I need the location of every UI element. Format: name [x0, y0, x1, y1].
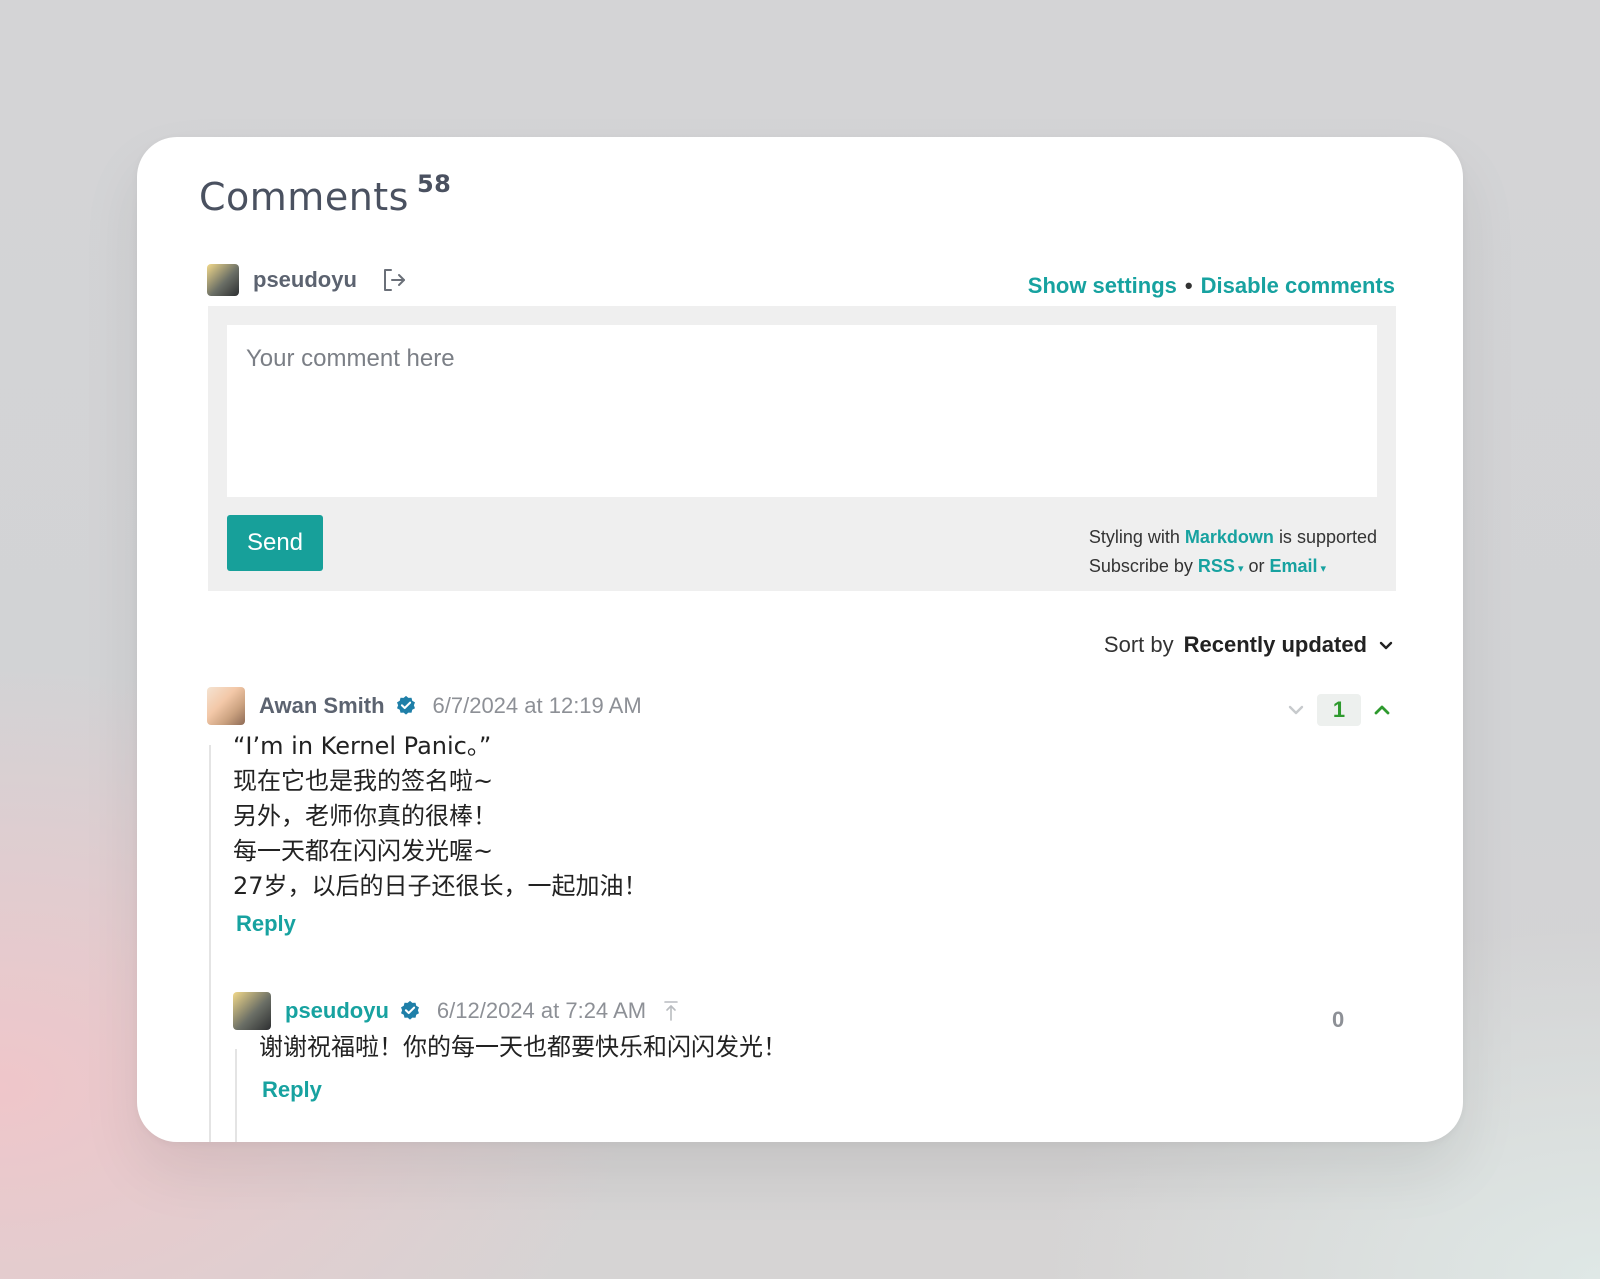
thread-line — [209, 745, 211, 1142]
reply-header: pseudoyu 6/12/2024 at 7:24 AM — [233, 992, 680, 1030]
markdown-note: Styling with Markdown is supported — [1089, 523, 1377, 552]
comment-input[interactable] — [227, 325, 1377, 497]
avatar — [233, 992, 271, 1030]
comment-header: Awan Smith 6/7/2024 at 12:19 AM — [207, 687, 642, 725]
comment-line: 27岁，以后的日子还很长，一起加油！ — [233, 872, 648, 900]
subscribe-note: Subscribe by RSS ▾ or Email ▾ — [1089, 552, 1377, 584]
comment-author[interactable]: Awan Smith — [259, 693, 385, 719]
reply-body: 谢谢祝福啦！你的每一天也都要快乐和闪闪发光！ — [259, 1030, 787, 1065]
arrow-up-to-top-icon[interactable] — [662, 1000, 680, 1022]
current-user-name: pseudoyu — [253, 267, 357, 292]
verified-badge-icon — [400, 1000, 419, 1020]
comments-title: Comments 58 — [199, 170, 451, 219]
comment-line: 现在它也是我的签名啦~ — [233, 767, 494, 795]
comment-composer: Send Styling with Markdown is supported … — [208, 306, 1396, 591]
sort-label: Sort by — [1103, 632, 1174, 657]
comments-count: 58 — [416, 170, 452, 198]
vote-controls: 1 — [1285, 694, 1393, 726]
sort-dropdown[interactable]: Sort by Recently updated — [1104, 632, 1395, 658]
send-button[interactable]: Send — [227, 515, 323, 571]
verified-badge-icon — [396, 695, 415, 715]
comment-line: “I’m in Kernel Panic。” — [233, 732, 492, 760]
top-links: Show settings • Disable comments — [1028, 273, 1395, 299]
show-settings-link[interactable]: Show settings — [1028, 273, 1177, 298]
logout-icon[interactable] — [381, 267, 407, 293]
email-link[interactable]: Email ▾ — [1270, 556, 1327, 576]
comments-card: Comments 58 pseudoyu Show settings • Disabl… — [137, 137, 1463, 1142]
markdown-link[interactable]: Markdown — [1185, 527, 1274, 547]
email-caret-icon: ▾ — [1320, 563, 1327, 575]
downvote-icon[interactable] — [1285, 699, 1307, 721]
reply-button[interactable]: Reply — [262, 1077, 322, 1103]
styling-suffix: is supported — [1278, 527, 1377, 547]
or-text: or — [1248, 556, 1265, 576]
avatar — [207, 687, 245, 725]
rss-link[interactable]: RSS ▾ — [1198, 556, 1244, 576]
chevron-down-icon — [1379, 641, 1393, 650]
upvote-icon[interactable] — [1371, 699, 1393, 721]
comments-title-text: Comments — [199, 175, 409, 219]
current-user-avatar — [207, 264, 239, 296]
comment-date[interactable]: 6/7/2024 at 12:19 AM — [433, 693, 642, 719]
disable-comments-link[interactable]: Disable comments — [1201, 273, 1395, 298]
composer-meta: Styling with Markdown is supported Subsc… — [1089, 523, 1377, 584]
comment-line: 每一天都在闪闪发光喔~ — [233, 837, 494, 865]
vote-count: 1 — [1317, 694, 1361, 726]
reply-line: 谢谢祝福啦！你的每一天也都要快乐和闪闪发光！ — [259, 1033, 787, 1061]
reply-button[interactable]: Reply — [236, 911, 296, 937]
rss-caret-icon: ▾ — [1237, 563, 1244, 575]
rss-link-label: RSS — [1197, 556, 1235, 576]
subscribe-prefix: Subscribe by — [1088, 556, 1193, 576]
comment-line: 另外，老师你真的很棒！ — [233, 802, 497, 830]
email-link-label: Email — [1269, 556, 1318, 576]
styling-prefix: Styling with — [1088, 527, 1180, 547]
comment-body: “I’m in Kernel Panic。” 现在它也是我的签名啦~ 另外，老师… — [233, 729, 648, 904]
reply-vote-count: 0 — [1332, 1007, 1345, 1032]
sort-value: Recently updated — [1183, 632, 1367, 657]
reply-thread-line — [235, 1049, 237, 1142]
reply-date[interactable]: 6/12/2024 at 7:24 AM — [437, 998, 646, 1024]
current-user-bar: pseudoyu — [207, 264, 407, 296]
reply-author[interactable]: pseudoyu — [285, 998, 389, 1024]
top-links-separator: • — [1184, 273, 1193, 298]
